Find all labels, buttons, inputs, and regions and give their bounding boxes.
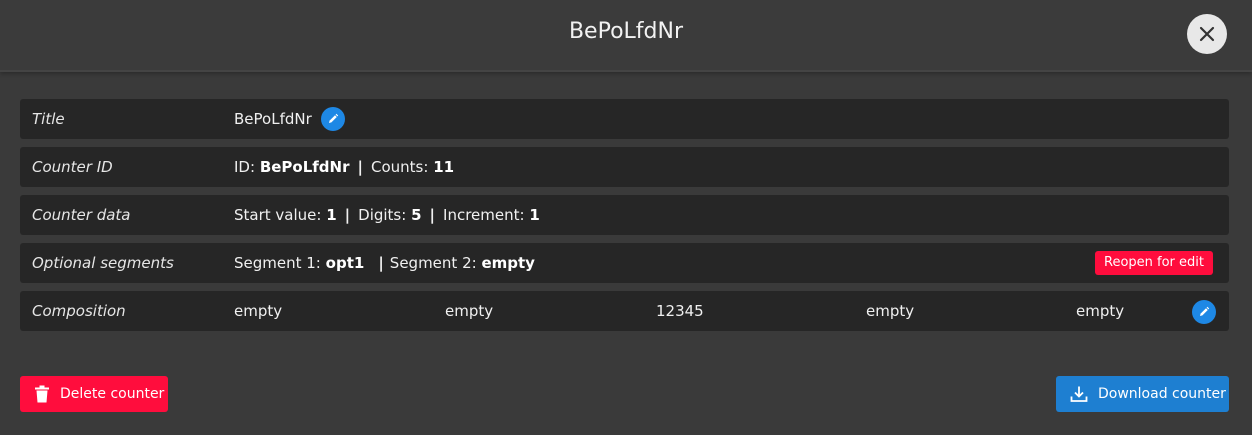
- dialog-header: BePoLfdNr: [0, 0, 1252, 72]
- download-icon: [1070, 385, 1088, 403]
- digits-value: 5: [411, 206, 422, 224]
- separator: |: [357, 158, 363, 176]
- separator: |: [344, 206, 351, 224]
- pencil-icon: [328, 113, 338, 123]
- start-value-label: Start value:: [234, 206, 322, 224]
- segment1-value: opt1: [325, 254, 365, 272]
- pencil-icon: [1200, 306, 1210, 316]
- digits-label: Digits:: [358, 206, 407, 224]
- counter-data-row: Counter data Start value: 1 | Digits: 5 …: [20, 195, 1229, 235]
- composition-part-4: empty: [866, 302, 915, 320]
- composition-label: Composition: [32, 302, 126, 320]
- separator: |: [378, 254, 384, 272]
- segment2-label: Segment 2:: [389, 254, 477, 272]
- counts-value: 11: [433, 158, 455, 176]
- dialog-title: BePoLfdNr: [568, 19, 684, 44]
- composition-part-3: 12345: [656, 302, 704, 320]
- optional-segments-value-group: Segment 1: opt1 | Segment 2: empty: [234, 243, 535, 283]
- segment2-value: empty: [481, 254, 535, 272]
- composition-part-2: empty: [445, 302, 494, 320]
- increment-value: 1: [529, 206, 540, 224]
- id-value: BePoLfdNr: [259, 158, 350, 176]
- counter-id-label: Counter ID: [32, 158, 113, 176]
- segment1-label: Segment 1:: [234, 254, 321, 272]
- close-button[interactable]: [1187, 14, 1227, 54]
- reopen-for-edit-button[interactable]: Reopen for edit: [1095, 251, 1213, 275]
- close-icon: [1199, 26, 1215, 42]
- composition-part-5: empty: [1076, 302, 1125, 320]
- title-row: Title BePoLfdNr: [20, 99, 1229, 139]
- download-counter-button[interactable]: Download counter: [1056, 376, 1229, 412]
- title-value: BePoLfdNr: [234, 110, 312, 128]
- optional-segments-row: Optional segments Segment 1: opt1 | Segm…: [20, 243, 1229, 283]
- counter-id-row: Counter ID ID: BePoLfdNr | Counts: 11: [20, 147, 1229, 187]
- delete-counter-label: Delete counter: [60, 386, 165, 402]
- counter-data-label: Counter data: [32, 206, 131, 224]
- title-label: Title: [32, 110, 65, 128]
- counter-data-value-group: Start value: 1 | Digits: 5 | Increment: …: [234, 195, 540, 235]
- trash-icon: [34, 385, 50, 403]
- delete-counter-button[interactable]: Delete counter: [20, 376, 168, 412]
- counts-label: Counts:: [370, 158, 429, 176]
- edit-composition-button[interactable]: [1192, 300, 1216, 324]
- counter-details: Title BePoLfdNr Counter ID ID: BePoLfdNr…: [20, 99, 1229, 339]
- optional-segments-label: Optional segments: [32, 254, 174, 272]
- id-label: ID:: [234, 158, 256, 176]
- composition-row: Composition empty empty 12345 empty empt…: [20, 291, 1229, 331]
- title-value-group: BePoLfdNr: [234, 99, 345, 139]
- start-value: 1: [326, 206, 337, 224]
- increment-label: Increment:: [443, 206, 525, 224]
- composition-part-1: empty: [234, 302, 283, 320]
- separator: |: [429, 206, 436, 224]
- counter-id-value-group: ID: BePoLfdNr | Counts: 11: [234, 147, 454, 187]
- edit-title-button[interactable]: [320, 107, 345, 131]
- counter-dialog: BePoLfdNr Title BePoLfdNr Counter ID ID:…: [0, 0, 1252, 435]
- download-counter-label: Download counter: [1098, 386, 1226, 402]
